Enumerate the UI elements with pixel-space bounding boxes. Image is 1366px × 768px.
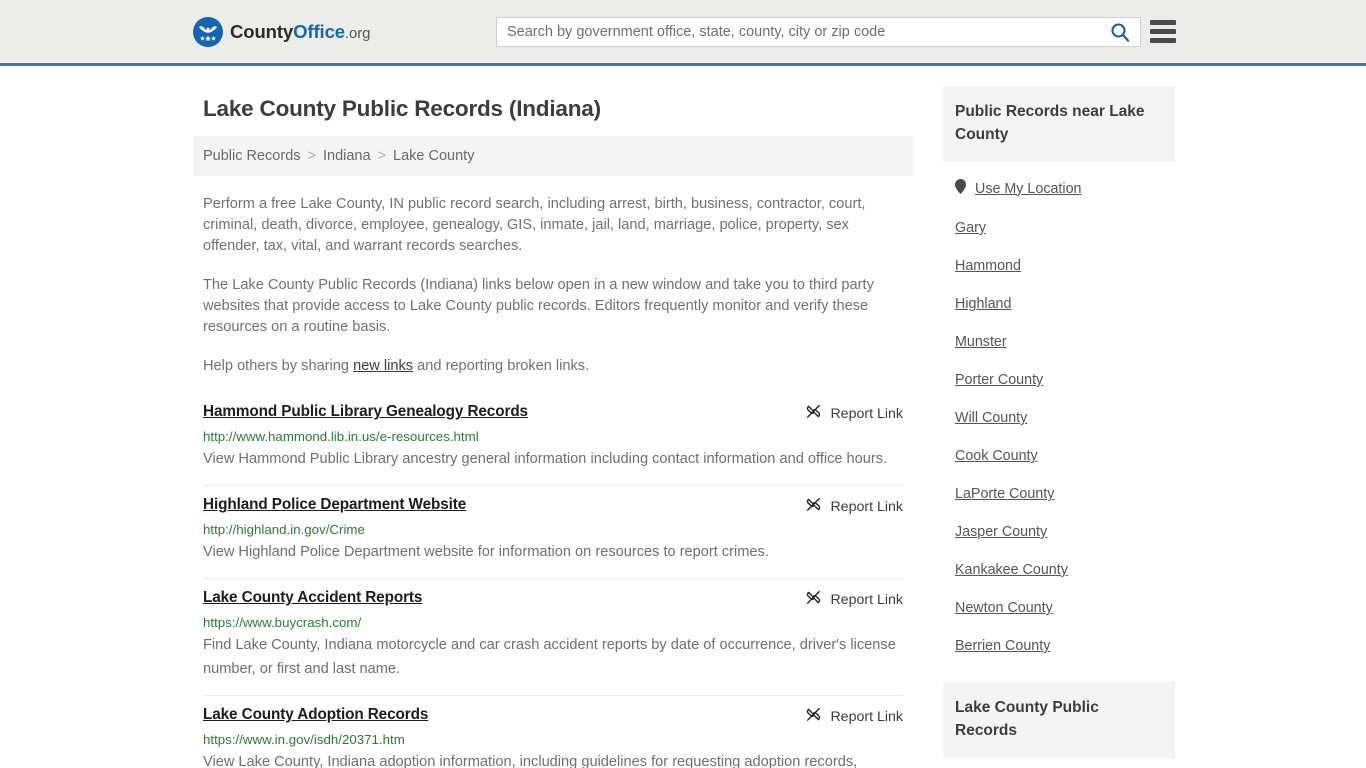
result-title-link[interactable]: Lake County Accident Reports: [203, 589, 422, 607]
use-my-location-label[interactable]: Use My Location: [975, 181, 1081, 197]
report-link-label: Report Link: [830, 708, 903, 725]
logo-text-office: Office: [293, 20, 345, 42]
sidebar-nearby-label[interactable]: Highland: [955, 296, 1011, 312]
breadcrumb-item-indiana[interactable]: Indiana: [323, 148, 371, 164]
broken-link-icon: [805, 496, 822, 517]
report-link-label: Report Link: [830, 405, 903, 422]
site-logo-text: CountyOffice.org: [230, 20, 371, 43]
sidebar-item-nearby[interactable]: Gary: [955, 209, 1163, 247]
sidebar-item-nearby[interactable]: Berrien County: [955, 627, 1163, 665]
result-header: Highland Police Department Website Report…: [203, 496, 903, 517]
search-bar[interactable]: [496, 17, 1141, 47]
sidebar-item-nearby[interactable]: Newton County: [955, 589, 1163, 627]
report-link-label: Report Link: [830, 591, 903, 608]
eagle-seal-icon: [193, 16, 223, 47]
sidebar-heading-nearby: Public Records near Lake County: [943, 86, 1175, 162]
result-title-link[interactable]: Highland Police Department Website: [203, 496, 466, 514]
search-input[interactable]: [497, 18, 1100, 46]
hamburger-menu-icon[interactable]: [1150, 20, 1176, 43]
result-url: http://www.hammond.lib.in.us/e-resources…: [203, 429, 479, 444]
site-header: CountyOffice.org: [0, 0, 1366, 66]
broken-link-icon: [805, 589, 822, 610]
result-url: https://www.in.gov/isdh/20371.htm: [203, 732, 405, 747]
broken-link-icon: [805, 706, 822, 727]
sidebar-item-nearby[interactable]: Jasper County: [955, 513, 1163, 551]
result-header: Hammond Public Library Genealogy Records…: [203, 403, 903, 424]
report-link-button[interactable]: Report Link: [791, 403, 903, 424]
sidebar-item-nearby[interactable]: Cook County: [955, 437, 1163, 475]
search-icon[interactable]: [1100, 18, 1140, 46]
sidebar-item-nearby[interactable]: LaPorte County: [955, 475, 1163, 513]
result-url: https://www.buycrash.com/: [203, 615, 362, 630]
intro-p3-after: and reporting broken links.: [413, 358, 590, 374]
sidebar-nearby-label[interactable]: Kankakee County: [955, 562, 1068, 578]
intro-text: Perform a free Lake County, IN public re…: [193, 194, 913, 377]
intro-paragraph-1: Perform a free Lake County, IN public re…: [203, 196, 866, 254]
sidebar-item-nearby[interactable]: Munster: [955, 323, 1163, 361]
new-links-link[interactable]: new links: [353, 358, 413, 374]
sidebar-nearby-label[interactable]: Newton County: [955, 600, 1053, 616]
breadcrumb-separator: >: [377, 148, 387, 164]
sidebar-nearby-label[interactable]: Berrien County: [955, 638, 1050, 654]
sidebar-nearby-label[interactable]: Gary: [955, 220, 986, 236]
sidebar-item-nearby[interactable]: Porter County: [955, 361, 1163, 399]
result-description: View Hammond Public Library ancestry gen…: [203, 451, 888, 467]
sidebar-item-use-my-location[interactable]: Use My Location: [955, 162, 1163, 209]
page-body: Lake County Public Records (Indiana) Pub…: [0, 66, 1366, 768]
results-list: Hammond Public Library Genealogy Records…: [193, 399, 913, 768]
intro-paragraph-2: The Lake County Public Records (Indiana)…: [203, 277, 874, 335]
sidebar-item-nearby[interactable]: Highland: [955, 285, 1163, 323]
result-item: Highland Police Department Website Report…: [203, 486, 903, 579]
logo-text-tld: .org: [344, 24, 371, 42]
page-title: Lake County Public Records (Indiana): [203, 96, 601, 121]
hamburger-bar: [1150, 20, 1176, 25]
sidebar-item-nearby[interactable]: Kankakee County: [955, 551, 1163, 589]
logo-text-county: County: [230, 20, 294, 42]
sidebar-item-record[interactable]: Arrest Records Search: [955, 758, 1163, 768]
result-item: Lake County Adoption Records Report Link h…: [203, 696, 903, 768]
sidebar-nearby-label[interactable]: Jasper County: [955, 524, 1047, 540]
sidebar-records-list: Arrest Records Search: [943, 758, 1175, 768]
breadcrumb-item-lake-county[interactable]: Lake County: [393, 148, 474, 164]
broken-link-icon: [805, 403, 822, 424]
result-description: Find Lake County, Indiana motorcycle and…: [203, 637, 896, 677]
report-link-button[interactable]: Report Link: [791, 589, 903, 610]
main-content: Lake County Public Records (Indiana) Pub…: [193, 86, 913, 768]
sidebar: Public Records near Lake County Use My L…: [943, 86, 1175, 768]
result-description: View Highland Police Department website …: [203, 544, 769, 560]
result-url: http://highland.in.gov/Crime: [203, 522, 365, 537]
breadcrumb-separator: >: [307, 148, 316, 164]
result-item: Lake County Accident Reports Report Link h…: [203, 579, 903, 696]
hamburger-bar: [1150, 29, 1176, 34]
result-description: View Lake County, Indiana adoption infor…: [203, 754, 858, 768]
sidebar-nearby-label[interactable]: Hammond: [955, 258, 1021, 274]
intro-p3-before: Help others by sharing: [203, 358, 354, 374]
report-link-button[interactable]: Report Link: [791, 706, 903, 727]
sidebar-heading-records: Lake County Public Records: [943, 682, 1175, 758]
result-title-link[interactable]: Hammond Public Library Genealogy Records: [203, 403, 528, 421]
sidebar-nearby-list: Use My Location Gary Hammond Highland Munst…: [943, 162, 1175, 665]
site-logo[interactable]: CountyOffice.org: [193, 16, 371, 47]
report-link-button[interactable]: Report Link: [791, 496, 903, 517]
result-header: Lake County Accident Reports Report Link: [203, 589, 903, 610]
result-item: Hammond Public Library Genealogy Records…: [203, 399, 903, 486]
sidebar-item-nearby[interactable]: Hammond: [955, 247, 1163, 285]
hamburger-bar: [1150, 38, 1176, 43]
breadcrumb-item-public-records[interactable]: Public Records: [203, 148, 301, 164]
sidebar-nearby-label[interactable]: Munster: [955, 334, 1007, 350]
map-pin-icon: [955, 179, 966, 198]
result-title-link[interactable]: Lake County Adoption Records: [203, 706, 428, 724]
sidebar-nearby-label[interactable]: LaPorte County: [955, 486, 1054, 502]
report-link-label: Report Link: [830, 498, 903, 515]
sidebar-nearby-label[interactable]: Porter County: [955, 372, 1043, 388]
result-header: Lake County Adoption Records Report Link: [203, 706, 903, 727]
intro-paragraph-3: Help others by sharing new links and rep…: [203, 356, 903, 377]
sidebar-nearby-label[interactable]: Will County: [955, 410, 1027, 426]
sidebar-item-nearby[interactable]: Will County: [955, 399, 1163, 437]
breadcrumb: Public Records > Indiana > Lake County: [193, 136, 913, 176]
sidebar-nearby-label[interactable]: Cook County: [955, 448, 1038, 464]
